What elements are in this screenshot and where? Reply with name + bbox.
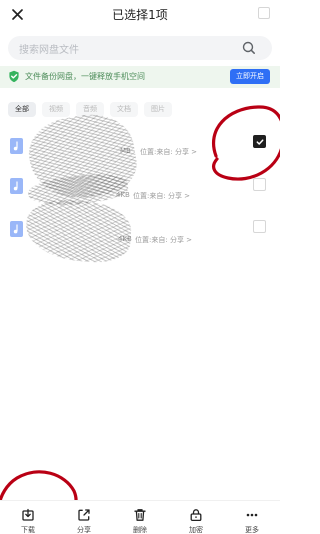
page-title: 已选择1项 xyxy=(112,8,168,22)
filter-tabs: 全部 视频 音频 文档 图片 xyxy=(8,102,172,118)
search-icon[interactable] xyxy=(242,41,256,55)
download-label: 下载 xyxy=(21,526,35,534)
more-button[interactable]: 更多 xyxy=(224,501,280,534)
file-checkbox[interactable] xyxy=(253,135,266,148)
file-checkbox[interactable] xyxy=(253,220,266,233)
banner-text: 文件备份网盘，一键释放手机空间 xyxy=(25,72,145,81)
shield-check-icon xyxy=(9,70,19,83)
enable-backup-button[interactable]: 立即开启 xyxy=(230,69,270,84)
audio-file-icon xyxy=(10,221,23,237)
download-icon xyxy=(22,508,34,521)
file-list-item[interactable]: MB 位置:来自: 分享 > xyxy=(0,130,280,172)
file-meta-size: MB xyxy=(120,147,131,155)
lock-icon xyxy=(190,509,202,522)
file-meta-source: 位置:来自: 分享 > xyxy=(135,236,193,244)
select-all-checkbox[interactable] xyxy=(258,7,270,19)
top-bar: 已选择1项 xyxy=(0,0,280,30)
file-selection-screen: 已选择1项 搜索网盘文件 文件备份网盘，一键释放手机空间 立即开启 全部 视频 … xyxy=(0,0,280,534)
tab-video[interactable]: 视频 xyxy=(42,102,70,117)
delete-label: 删除 xyxy=(133,526,147,534)
search-bar[interactable]: 搜索网盘文件 xyxy=(8,36,272,60)
audio-file-icon xyxy=(10,138,23,154)
encrypt-label: 加密 xyxy=(189,526,203,534)
file-checkbox[interactable] xyxy=(253,178,266,191)
share-icon xyxy=(78,509,90,521)
file-list-item[interactable]: 4KB 位置:来自: 分享 > xyxy=(0,173,280,215)
search-placeholder: 搜索网盘文件 xyxy=(19,45,79,56)
file-list-item[interactable]: 4KB 位置:来自: 分享 > xyxy=(0,214,280,256)
tab-document[interactable]: 文档 xyxy=(110,102,138,117)
file-meta-size: 4KB xyxy=(118,235,132,243)
encrypt-button[interactable]: 加密 xyxy=(168,501,224,534)
share-label: 分享 xyxy=(77,526,91,534)
file-meta-source: 位置:来自: 分享 > xyxy=(133,192,191,200)
delete-button[interactable]: 删除 xyxy=(112,501,168,534)
tab-image[interactable]: 图片 xyxy=(144,102,172,117)
tab-all[interactable]: 全部 xyxy=(8,102,36,117)
checkmark-icon xyxy=(256,138,263,145)
more-label: 更多 xyxy=(245,526,259,534)
download-button[interactable]: 下载 xyxy=(0,501,56,534)
more-icon xyxy=(246,513,258,517)
file-meta-size: 4KB xyxy=(116,191,130,199)
file-meta-source: 位置:来自: 分享 > xyxy=(140,148,198,156)
delete-icon xyxy=(134,509,146,521)
backup-banner: 文件备份网盘，一键释放手机空间 立即开启 xyxy=(0,66,280,88)
audio-file-icon xyxy=(10,178,23,194)
tab-audio[interactable]: 音频 xyxy=(76,102,104,117)
share-button[interactable]: 分享 xyxy=(56,501,112,534)
bottom-action-bar: 下载 分享 删除 加密 更多 xyxy=(0,500,280,534)
